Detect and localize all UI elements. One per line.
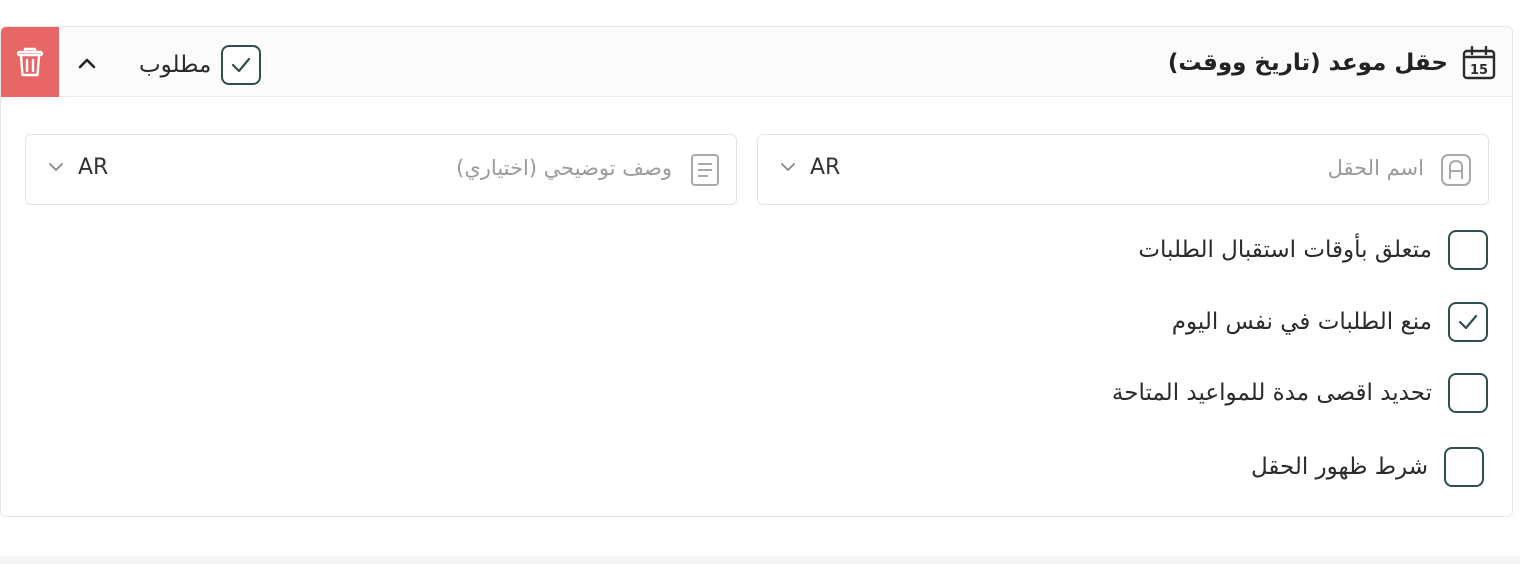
option-label: تحديد اقصى مدة للمواعيد المتاحة (1111, 380, 1432, 406)
field-title-group: 15 حقل موعد (تاريخ ووقت) (1168, 43, 1496, 83)
option-checkbox[interactable] (1448, 230, 1488, 270)
field-title: حقل موعد (تاريخ ووقت) (1167, 50, 1448, 76)
text-field-icon (1441, 154, 1471, 186)
field-name-placeholder: اسم الحقل (1327, 156, 1424, 180)
check-icon (232, 57, 251, 73)
calendar-icon: 15 (1462, 46, 1496, 80)
option-prevent-same-day[interactable]: منع الطلبات في نفس اليوم (1172, 300, 1488, 344)
required-toggle: مطلوب (139, 45, 262, 85)
check-icon (1458, 314, 1478, 330)
option-label: شرط ظهور الحقل (1250, 454, 1428, 480)
option-checkbox[interactable] (1444, 447, 1484, 487)
next-card-edge (0, 556, 1520, 564)
option-checkbox[interactable] (1448, 302, 1488, 342)
chevron-down-icon (781, 163, 795, 171)
chevron-up-icon (78, 58, 96, 69)
description-input[interactable]: AR وصف توضيحي (اختياري) (25, 134, 737, 205)
option-label: متعلق بأوقات استقبال الطلبات (1138, 237, 1432, 263)
required-label: مطلوب (139, 52, 212, 78)
field-name-input[interactable]: AR اسم الحقل (757, 134, 1489, 205)
option-visibility-condition[interactable]: شرط ظهور الحقل (1251, 445, 1484, 489)
collapse-button[interactable] (71, 47, 103, 79)
description-placeholder: وصف توضيحي (اختياري) (456, 156, 672, 180)
language-selector[interactable]: AR (78, 155, 108, 180)
field-card-header: مطلوب 15 حقل موعد (تاريخ ووقت) (1, 27, 1512, 97)
required-checkbox[interactable] (221, 45, 262, 85)
language-selector[interactable]: AR (810, 155, 840, 180)
document-icon (691, 154, 719, 186)
option-checkbox[interactable] (1448, 373, 1488, 413)
option-related-hours[interactable]: متعلق بأوقات استقبال الطلبات (1138, 228, 1488, 272)
option-max-duration[interactable]: تحديد اقصى مدة للمواعيد المتاحة (1112, 371, 1488, 415)
option-label: منع الطلبات في نفس اليوم (1171, 309, 1432, 335)
trash-icon (16, 47, 44, 77)
chevron-down-icon (49, 163, 63, 171)
delete-field-button[interactable] (1, 27, 59, 97)
field-card: مطلوب 15 حقل موعد (تاريخ ووقت) AR وصف تو… (0, 26, 1513, 517)
calendar-day: 15 (1470, 63, 1488, 78)
